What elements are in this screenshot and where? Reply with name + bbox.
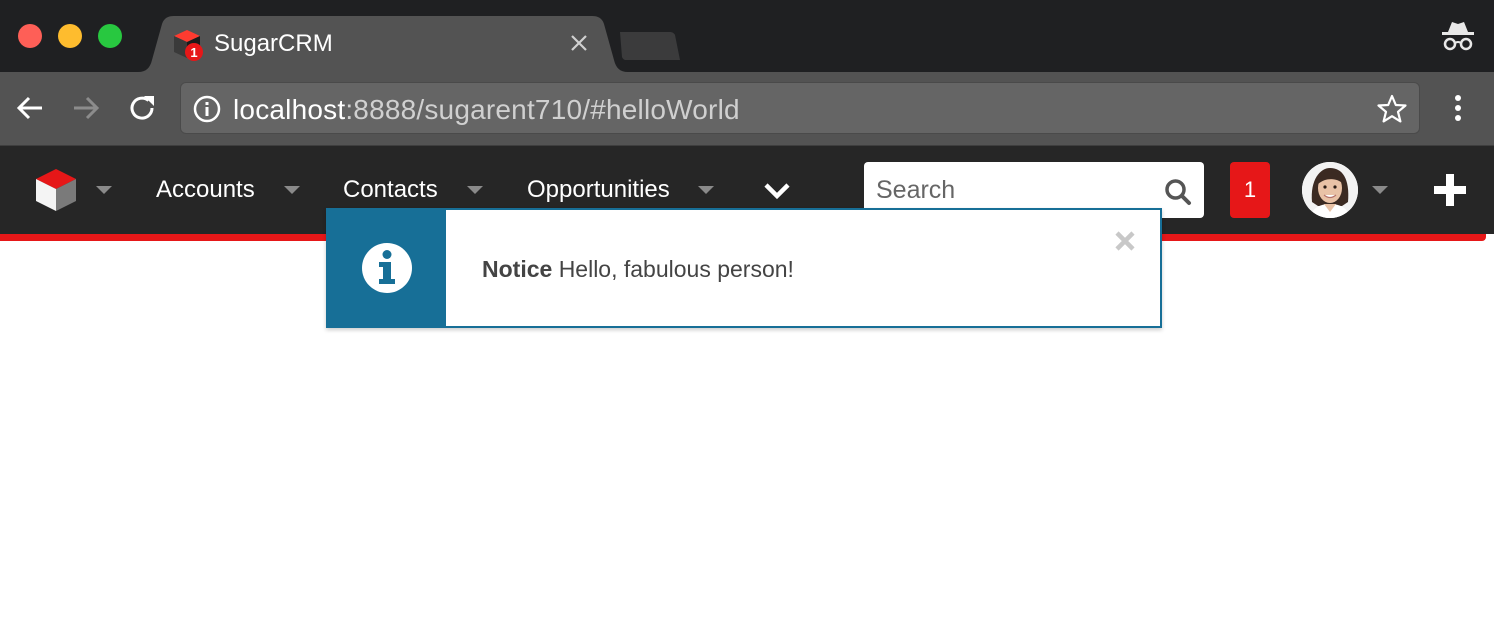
url-path: :8888/sugarent710/#helloWorld <box>345 94 740 125</box>
site-info-icon[interactable] <box>193 95 221 123</box>
browser-toolbar: localhost:8888/sugarent710/#helloWorld <box>0 72 1494 146</box>
sugarcrm-logo-icon[interactable] <box>34 167 78 213</box>
contacts-menu-caret-icon[interactable] <box>467 186 483 194</box>
forward-button[interactable] <box>68 90 104 126</box>
alert-title: Notice <box>482 256 553 282</box>
window-close-button[interactable] <box>18 24 42 48</box>
forward-arrow-icon <box>74 96 100 120</box>
notifications-badge[interactable]: 1 <box>1230 162 1270 218</box>
browser-menu-icon[interactable] <box>1446 90 1470 126</box>
alert-body: Hello, fabulous person! <box>558 256 794 282</box>
search-icon[interactable] <box>1164 178 1192 206</box>
back-arrow-icon <box>16 96 42 120</box>
address-bar[interactable]: localhost:8888/sugarent710/#helloWorld <box>180 82 1420 134</box>
tab-close-icon[interactable] <box>568 30 590 56</box>
reload-icon <box>130 96 154 120</box>
reload-button[interactable] <box>124 90 160 126</box>
more-modules-chevron-icon[interactable] <box>763 182 791 200</box>
user-avatar-image <box>1302 162 1358 218</box>
opportunities-menu-caret-icon[interactable] <box>698 186 714 194</box>
back-button[interactable] <box>12 90 48 126</box>
sugarcrm-favicon-icon: 1 <box>174 30 203 61</box>
alert-message: Notice Hello, fabulous person! <box>482 256 794 283</box>
nav-tab-accounts[interactable]: Accounts <box>156 176 255 204</box>
favicon-badge-count: 1 <box>190 45 197 60</box>
tab-title: SugarCRM <box>214 30 333 57</box>
nav-tab-opportunities[interactable]: Opportunities <box>527 176 670 204</box>
quick-create-plus-icon[interactable] <box>1432 172 1468 208</box>
browser-tab-strip: 1 SugarCRM <box>0 0 1494 72</box>
alert-icon-panel <box>328 210 446 326</box>
notice-alert: Notice Hello, fabulous person! <box>326 208 1162 328</box>
logo-menu-caret-icon[interactable] <box>96 186 112 194</box>
user-avatar[interactable] <box>1302 162 1358 218</box>
nav-tab-contacts[interactable]: Contacts <box>343 176 438 204</box>
url-host: localhost <box>233 94 346 125</box>
incognito-icon <box>1442 22 1474 51</box>
browser-tab[interactable]: 1 SugarCRM <box>138 16 628 72</box>
accounts-menu-caret-icon[interactable] <box>284 186 300 194</box>
window-maximize-button[interactable] <box>98 24 122 48</box>
alert-close-icon[interactable] <box>1114 230 1136 252</box>
bookmark-star-icon[interactable] <box>1377 94 1407 124</box>
window-minimize-button[interactable] <box>58 24 82 48</box>
url-text[interactable]: localhost:8888/sugarent710/#helloWorld <box>233 94 740 126</box>
user-menu-caret-icon[interactable] <box>1372 186 1388 194</box>
info-circle-icon <box>362 243 412 293</box>
new-tab-button[interactable] <box>614 30 682 62</box>
